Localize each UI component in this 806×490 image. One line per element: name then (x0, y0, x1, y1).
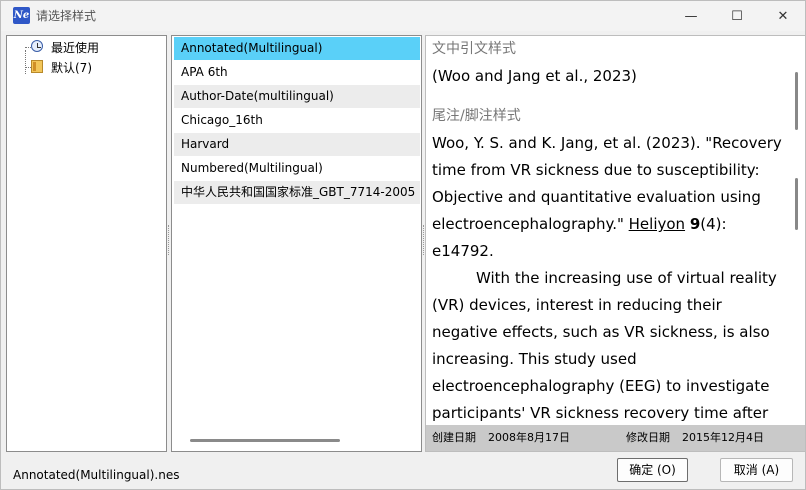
title-bar: Ne 请选择样式 — ☐ ✕ (1, 1, 805, 31)
list-item[interactable]: Annotated(Multilingual) (174, 37, 420, 60)
horizontal-scrollbar[interactable] (190, 439, 340, 442)
created-value: 2008年8月17日 (488, 431, 570, 444)
maximize-icon: ☐ (731, 8, 743, 24)
reference-text: Woo, Y. S. and K. Jang, et al. (2023). "… (432, 134, 782, 233)
close-icon: ✕ (777, 8, 789, 24)
window-title: 请选择样式 (36, 9, 97, 23)
list-item[interactable]: Numbered(Multilingual) (174, 157, 420, 180)
in-text-citation: (Woo and Jang et al., 2023) (432, 67, 637, 85)
abstract-text: With the increasing use of virtual reali… (432, 269, 777, 395)
vertical-scrollbar[interactable] (795, 72, 798, 130)
list-item[interactable]: 中华人民共和国国家标准_GBT_7714-2005 (174, 181, 420, 204)
close-button[interactable]: ✕ (760, 1, 806, 31)
minimize-button[interactable]: — (668, 1, 714, 31)
list-item[interactable]: Harvard (174, 133, 420, 156)
footnote-heading: 尾注/脚注样式 (432, 108, 521, 124)
cancel-button[interactable]: 取消 (A) (720, 458, 793, 482)
modified-label: 修改日期 (626, 431, 670, 444)
vertical-scrollbar-thumb[interactable] (795, 178, 798, 230)
modified-value: 2015年12月4日 (682, 431, 764, 444)
reference-volume: 9 (689, 215, 701, 233)
style-list[interactable]: Annotated(Multilingual) APA 6th Author-D… (171, 35, 422, 452)
list-item[interactable]: Chicago_16th (174, 109, 420, 132)
preview-content: 文中引文样式 (Woo and Jang et al., 2023) 尾注/脚注… (432, 36, 787, 427)
select-style-dialog: Ne 请选择样式 — ☐ ✕ 最近使用 默认(7) Annotated(Mult… (0, 0, 806, 490)
tree-connector (25, 50, 26, 74)
splitter-left[interactable] (167, 35, 170, 452)
book-icon (31, 60, 43, 73)
reference-journal: Heliyon (628, 215, 686, 233)
minimize-icon: — (684, 8, 698, 24)
selected-file-name: Annotated(Multilingual).nes (13, 468, 180, 482)
clock-icon (31, 40, 43, 52)
preview-footer: 创建日期 2008年8月17日 修改日期 2015年12月4日 (426, 425, 805, 451)
tree-item-default[interactable]: 默认(7) (51, 59, 92, 76)
list-item[interactable]: APA 6th (174, 61, 420, 84)
abstract-text-cut: participants' VR sickness recovery time … (432, 404, 769, 422)
tree-item-recent[interactable]: 最近使用 (51, 39, 99, 56)
reference-entry: Woo, Y. S. and K. Jang, et al. (2023). "… (432, 130, 787, 265)
ok-button[interactable]: 确定 (O) (617, 458, 688, 482)
app-icon: Ne (13, 7, 30, 24)
maximize-button[interactable]: ☐ (714, 1, 760, 31)
style-preview: 文中引文样式 (Woo and Jang et al., 2023) 尾注/脚注… (425, 35, 806, 452)
in-text-heading: 文中引文样式 (432, 41, 516, 57)
list-item[interactable]: Author-Date(multilingual) (174, 85, 420, 108)
created-label: 创建日期 (432, 431, 476, 444)
style-folder-tree[interactable]: 最近使用 默认(7) (6, 35, 167, 452)
